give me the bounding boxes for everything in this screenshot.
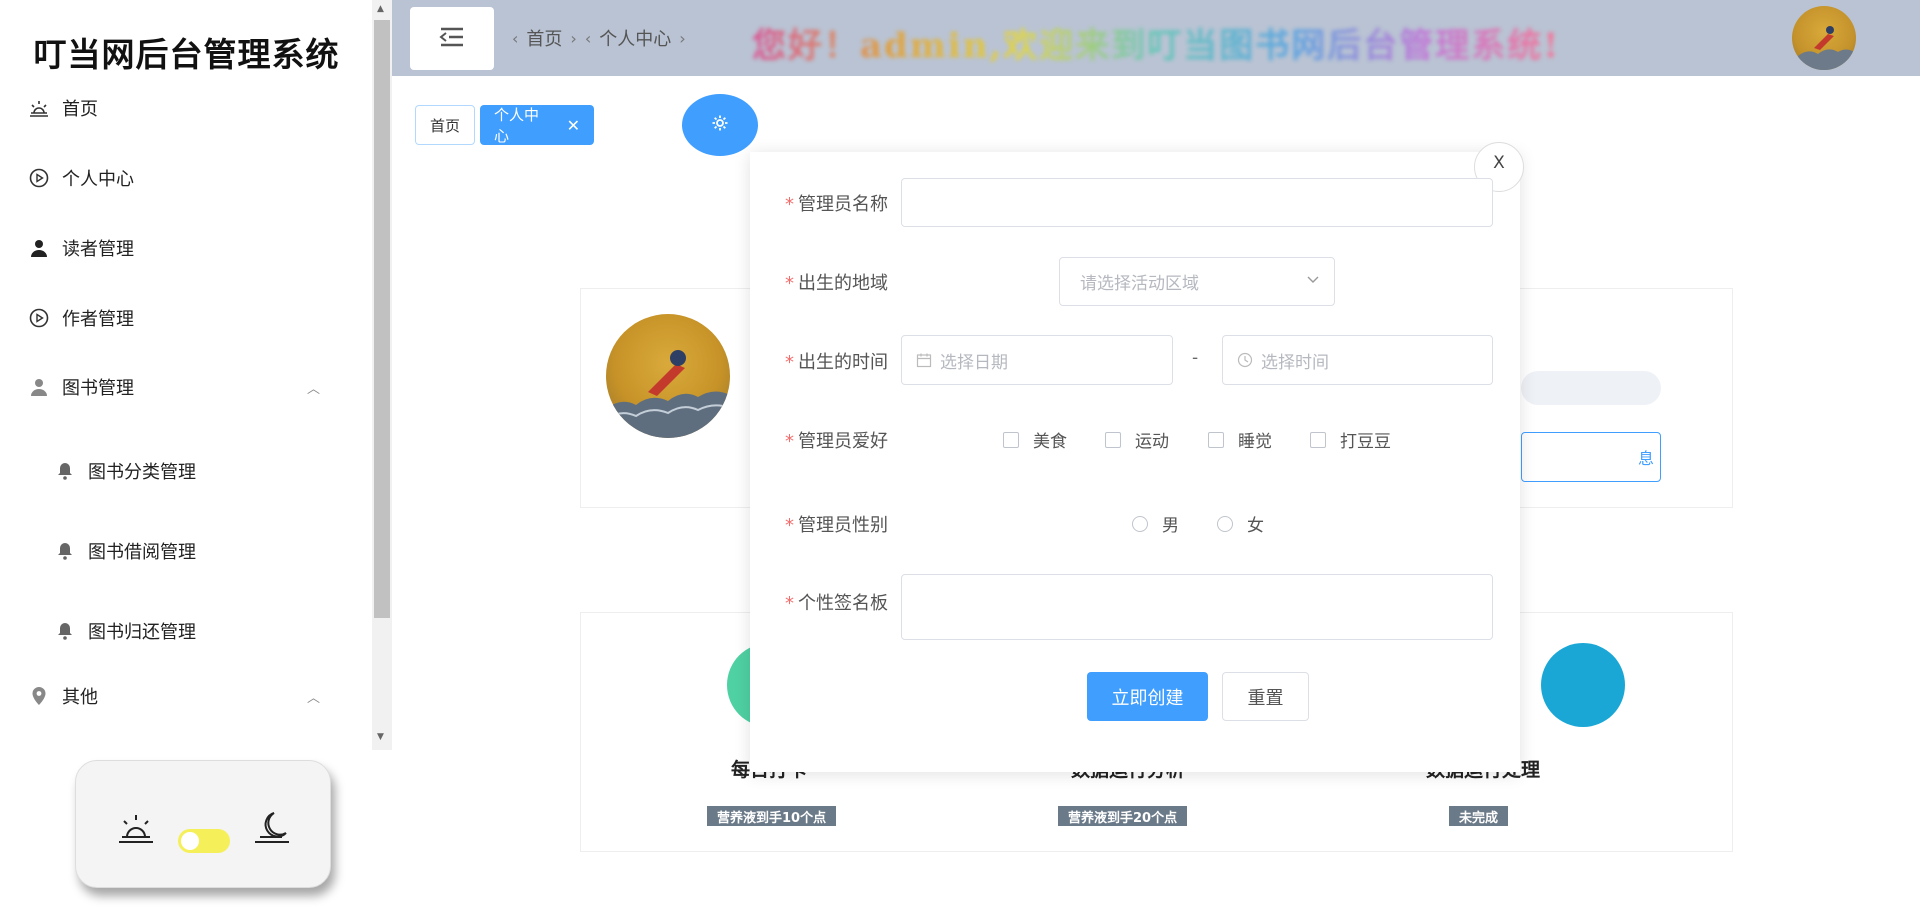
user-icon	[28, 237, 50, 259]
required-mark: *	[785, 273, 794, 294]
field-label-signature: * 个性签名板	[785, 593, 888, 614]
field-label-admin-name: * 管理员名称	[785, 194, 888, 215]
task-badge: 营养液到手20个点	[1058, 806, 1188, 826]
select-placeholder: 请选择活动区域	[1080, 274, 1199, 294]
sidebar-item-label: 图书归还管理	[88, 622, 196, 643]
sidebar-item-readers[interactable]: 读者管理	[28, 233, 134, 263]
hobby-checkbox-beans[interactable]: 打豆豆	[1310, 427, 1391, 452]
field-label-gender: * 管理员性别	[785, 515, 888, 536]
field-label-hobby: * 管理员爱好	[785, 431, 888, 452]
sidebar-item-label: 个人中心	[62, 169, 134, 190]
edit-profile-button[interactable]: 息	[1521, 432, 1661, 482]
field-label-birth-region: * 出生的地域	[785, 273, 888, 294]
required-mark: *	[785, 431, 794, 452]
chevron-right-icon: ›	[570, 28, 577, 48]
sidebar-item-label: 图书借阅管理	[88, 542, 196, 563]
theme-switcher	[75, 760, 331, 888]
hobby-checkbox-food[interactable]: 美食	[1003, 427, 1067, 452]
required-mark: *	[785, 194, 794, 215]
sidebar-item-authors[interactable]: 作者管理	[28, 303, 134, 333]
theme-toggle[interactable]	[178, 829, 230, 853]
bell-icon	[54, 620, 76, 642]
sidebar-item-label: 读者管理	[62, 239, 134, 260]
chevron-left-icon: ‹	[584, 28, 592, 48]
task-icon-processing	[1541, 643, 1625, 727]
sidebar-item-book-returns[interactable]: 图书归还管理	[54, 616, 196, 646]
sidebar-item-book-borrowing[interactable]: 图书借阅管理	[54, 536, 196, 566]
chevron-up-icon: ︿	[306, 690, 320, 706]
sidebar-item-label: 图书管理	[62, 378, 134, 399]
calendar-icon	[916, 352, 932, 368]
profile-info-field	[1521, 371, 1661, 405]
sunrise-icon	[28, 97, 50, 119]
chevron-right-icon: ›	[679, 28, 686, 48]
scrollbar-thumb[interactable]	[374, 20, 390, 618]
scroll-down-arrow-icon[interactable]: ▼	[377, 732, 384, 742]
required-mark: *	[785, 515, 794, 536]
settings-button[interactable]	[682, 94, 758, 156]
welcome-banner: 您好！admin,欢迎来到叮当图书网后台管理系统!	[752, 18, 1560, 67]
task-badge: 未完成	[1449, 806, 1509, 826]
task-badge: 营养液到手10个点	[707, 806, 837, 826]
user-icon	[28, 376, 50, 398]
sidebar-item-home[interactable]: 首页	[28, 93, 98, 123]
tag-profile[interactable]: 个人中心 ✕	[480, 105, 594, 145]
sidebar-item-label: 其他	[62, 687, 98, 708]
tag-home[interactable]: 首页	[415, 105, 475, 145]
gender-radio-female[interactable]: 女	[1217, 511, 1264, 536]
user-avatar[interactable]	[1792, 6, 1856, 70]
required-mark: *	[785, 352, 794, 373]
sidebar-item-label: 作者管理	[62, 309, 134, 330]
tag-label: 个人中心	[494, 106, 540, 145]
create-admin-dialog: X * 管理员名称 * 出生的地域 请选择活动区域 * 出生的时间 选择日期 - 选择…	[750, 142, 1524, 772]
play-circle-icon	[28, 307, 50, 329]
hobby-checkbox-sport[interactable]: 运动	[1105, 427, 1169, 452]
gender-radio-male[interactable]: 男	[1132, 511, 1179, 536]
bell-icon	[54, 460, 76, 482]
sidebar-item-books[interactable]: 图书管理 ︿	[28, 372, 348, 402]
birth-time-picker[interactable]: 选择时间	[1222, 335, 1493, 385]
close-icon[interactable]: ✕	[567, 116, 580, 135]
chevron-left-icon: ‹	[512, 28, 519, 48]
menu-toggle-button[interactable]	[410, 7, 494, 70]
admin-name-input[interactable]	[901, 178, 1493, 227]
play-circle-icon	[28, 167, 50, 189]
required-mark: *	[785, 593, 794, 614]
birth-region-select[interactable]: 请选择活动区域	[1059, 257, 1335, 306]
profile-avatar	[606, 314, 730, 438]
date-time-separator: -	[1192, 348, 1199, 368]
gear-icon	[711, 114, 729, 136]
toggle-knob	[181, 832, 199, 850]
sunrise-icon	[116, 809, 156, 849]
edit-profile-label: 息	[1637, 449, 1654, 468]
hobby-checkbox-sleep[interactable]: 睡觉	[1208, 427, 1272, 452]
chevron-down-icon	[1306, 271, 1320, 291]
date-placeholder: 选择日期	[940, 352, 1008, 373]
scroll-up-arrow-icon[interactable]: ▲	[377, 4, 384, 14]
sidebar: 叮当网后台管理系统 首页 个人中心 读者管理 作者管理 图书管理 ︿ 图书分类管…	[0, 0, 373, 750]
bell-icon	[54, 540, 76, 562]
menu-fold-icon	[439, 27, 465, 51]
app-title: 叮当网后台管理系统	[33, 35, 340, 74]
sidebar-scrollbar[interactable]: ▲ ▼	[372, 0, 392, 750]
breadcrumb-current[interactable]: 个人中心	[599, 25, 671, 51]
sidebar-item-profile[interactable]: 个人中心	[28, 163, 134, 193]
signature-textarea[interactable]	[901, 574, 1493, 640]
field-label-birth-time: * 出生的时间	[785, 352, 888, 373]
top-header: ‹ 首页 › ‹ 个人中心 › 您好！admin,欢迎来到叮当图书网后台管理系统…	[392, 0, 1920, 76]
birth-date-picker[interactable]: 选择日期	[901, 335, 1173, 385]
chevron-up-icon: ︿	[306, 381, 320, 397]
sidebar-item-label: 图书分类管理	[88, 462, 196, 483]
clock-icon	[1237, 352, 1253, 368]
sidebar-item-other[interactable]: 其他 ︿	[28, 681, 348, 711]
location-icon	[28, 685, 50, 707]
reset-button[interactable]: 重置	[1222, 672, 1309, 721]
moon-icon	[252, 809, 292, 849]
breadcrumb-home[interactable]: 首页	[526, 25, 562, 51]
sidebar-item-label: 首页	[62, 99, 98, 120]
time-placeholder: 选择时间	[1261, 352, 1329, 373]
create-button[interactable]: 立即创建	[1087, 672, 1208, 721]
sidebar-item-book-categories[interactable]: 图书分类管理	[54, 456, 196, 486]
breadcrumb: ‹ 首页 › ‹ 个人中心 ›	[512, 25, 686, 51]
